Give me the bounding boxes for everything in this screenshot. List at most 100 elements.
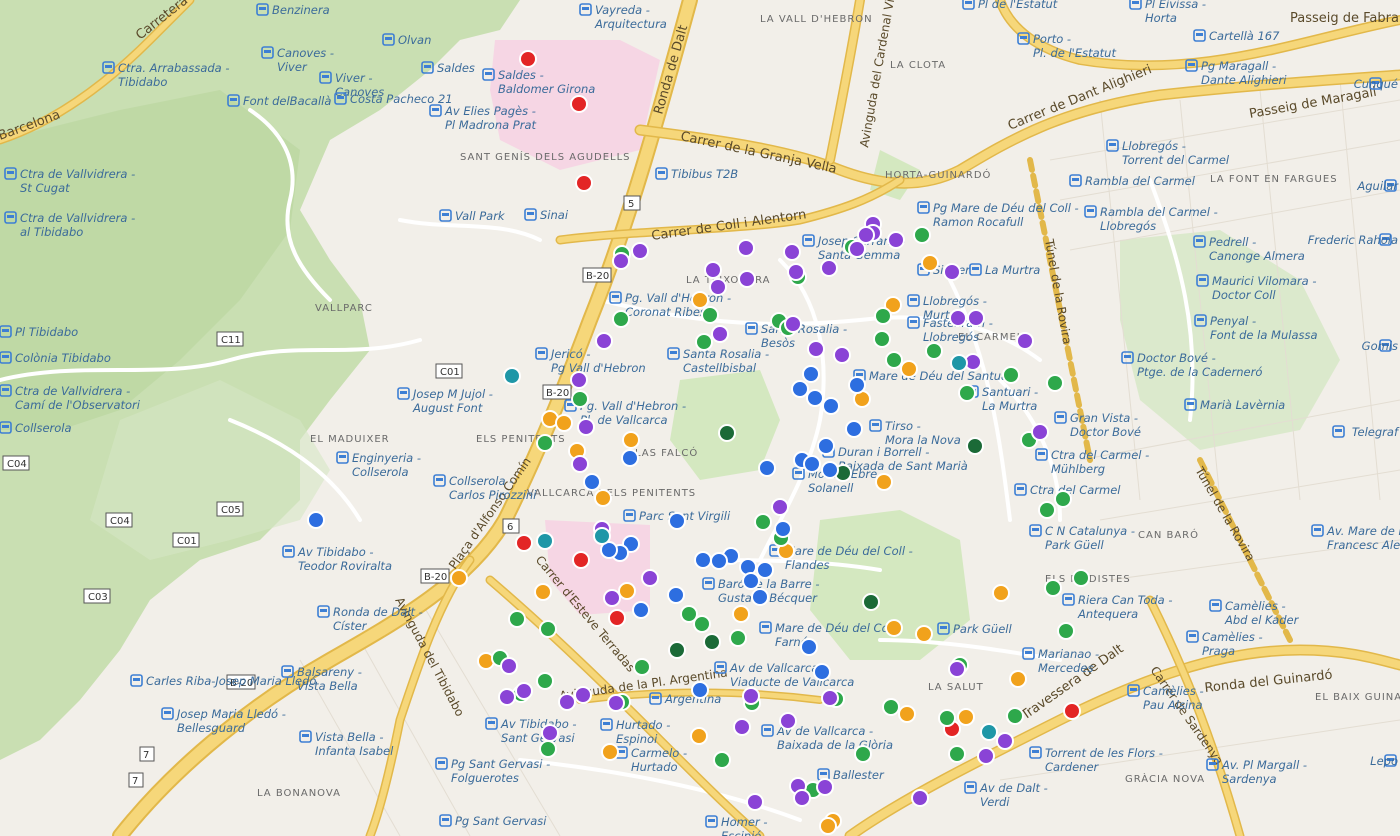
- map-marker-orange[interactable]: [450, 569, 468, 587]
- map-marker-green[interactable]: [536, 434, 554, 452]
- map-marker-dark-green[interactable]: [718, 424, 736, 442]
- map-marker-blue[interactable]: [632, 601, 650, 619]
- map-marker-green[interactable]: [1057, 622, 1075, 640]
- map-marker-orange[interactable]: [732, 605, 750, 623]
- map-marker-green[interactable]: [925, 342, 943, 360]
- map-marker-blue[interactable]: [821, 461, 839, 479]
- map-marker-blue[interactable]: [800, 638, 818, 656]
- map-marker-blue[interactable]: [806, 389, 824, 407]
- map-marker-green[interactable]: [885, 351, 903, 369]
- map-marker-teal[interactable]: [950, 354, 968, 372]
- map-marker-orange[interactable]: [1009, 670, 1027, 688]
- map-marker-purple[interactable]: [771, 498, 789, 516]
- map-marker-orange[interactable]: [915, 625, 933, 643]
- map-marker-purple[interactable]: [793, 789, 811, 807]
- map-marker-blue[interactable]: [668, 512, 686, 530]
- map-marker-orange[interactable]: [875, 473, 893, 491]
- map-marker-blue[interactable]: [791, 380, 809, 398]
- map-marker-red[interactable]: [608, 609, 626, 627]
- map-marker-dark-green[interactable]: [966, 437, 984, 455]
- map-marker-purple[interactable]: [857, 226, 875, 244]
- map-marker-purple[interactable]: [558, 693, 576, 711]
- map-marker-green[interactable]: [1046, 374, 1064, 392]
- map-marker-green[interactable]: [695, 333, 713, 351]
- map-marker-blue[interactable]: [583, 473, 601, 491]
- map-marker-purple[interactable]: [641, 569, 659, 587]
- map-marker-green[interactable]: [873, 330, 891, 348]
- map-marker-orange[interactable]: [594, 489, 612, 507]
- map-marker-green[interactable]: [508, 610, 526, 628]
- map-marker-purple[interactable]: [949, 309, 967, 327]
- map-marker-purple[interactable]: [704, 261, 722, 279]
- map-marker-purple[interactable]: [783, 243, 801, 261]
- map-marker-green[interactable]: [729, 629, 747, 647]
- map-view[interactable]: Ronda de Dalt Carrer de la Granja Vella …: [0, 0, 1400, 836]
- map-marker-orange[interactable]: [885, 619, 903, 637]
- map-marker-orange[interactable]: [690, 727, 708, 745]
- map-marker-green[interactable]: [701, 306, 719, 324]
- map-marker-red[interactable]: [575, 174, 593, 192]
- map-marker-blue[interactable]: [691, 681, 709, 699]
- map-marker-red[interactable]: [519, 50, 537, 68]
- map-marker-purple[interactable]: [911, 789, 929, 807]
- map-marker-purple[interactable]: [571, 455, 589, 473]
- map-marker-orange[interactable]: [618, 582, 636, 600]
- map-marker-teal[interactable]: [980, 723, 998, 741]
- map-marker-orange[interactable]: [534, 583, 552, 601]
- map-marker-green[interactable]: [539, 620, 557, 638]
- map-marker-orange[interactable]: [555, 414, 573, 432]
- map-marker-purple[interactable]: [977, 747, 995, 765]
- map-marker-orange[interactable]: [957, 708, 975, 726]
- map-marker-green[interactable]: [913, 226, 931, 244]
- map-marker-red[interactable]: [515, 534, 533, 552]
- map-marker-purple[interactable]: [807, 340, 825, 358]
- map-marker-blue[interactable]: [817, 437, 835, 455]
- map-marker-purple[interactable]: [996, 732, 1014, 750]
- map-marker-orange[interactable]: [900, 360, 918, 378]
- map-marker-red[interactable]: [1063, 702, 1081, 720]
- map-marker-purple[interactable]: [631, 242, 649, 260]
- map-marker-orange[interactable]: [622, 431, 640, 449]
- map-marker-purple[interactable]: [848, 240, 866, 258]
- map-marker-purple[interactable]: [1031, 423, 1049, 441]
- map-marker-blue[interactable]: [822, 397, 840, 415]
- map-marker-green[interactable]: [1072, 569, 1090, 587]
- map-marker-blue[interactable]: [803, 455, 821, 473]
- map-marker-purple[interactable]: [887, 231, 905, 249]
- map-marker-green[interactable]: [1002, 366, 1020, 384]
- map-marker-purple[interactable]: [570, 371, 588, 389]
- map-marker-dark-green[interactable]: [862, 593, 880, 611]
- map-marker-purple[interactable]: [943, 263, 961, 281]
- map-canvas[interactable]: Ronda de Dalt Carrer de la Granja Vella …: [0, 0, 1400, 836]
- map-marker-purple[interactable]: [515, 682, 533, 700]
- map-marker-purple[interactable]: [738, 270, 756, 288]
- map-marker-blue[interactable]: [774, 520, 792, 538]
- map-marker-blue[interactable]: [621, 449, 639, 467]
- map-marker-blue[interactable]: [742, 572, 760, 590]
- map-marker-purple[interactable]: [787, 263, 805, 281]
- map-marker-green[interactable]: [958, 384, 976, 402]
- map-marker-green[interactable]: [882, 698, 900, 716]
- map-marker-purple[interactable]: [595, 332, 613, 350]
- map-marker-green[interactable]: [1054, 490, 1072, 508]
- map-marker-red[interactable]: [572, 551, 590, 569]
- map-marker-purple[interactable]: [784, 315, 802, 333]
- map-marker-orange[interactable]: [601, 743, 619, 761]
- map-marker-blue[interactable]: [756, 561, 774, 579]
- map-marker-green[interactable]: [571, 390, 589, 408]
- map-marker-green[interactable]: [854, 745, 872, 763]
- map-marker-purple[interactable]: [820, 259, 838, 277]
- map-marker-purple[interactable]: [779, 712, 797, 730]
- map-marker-orange[interactable]: [898, 705, 916, 723]
- map-marker-green[interactable]: [1006, 707, 1024, 725]
- map-marker-green[interactable]: [754, 513, 772, 531]
- map-marker-purple[interactable]: [541, 724, 559, 742]
- map-marker-purple[interactable]: [607, 694, 625, 712]
- map-marker-teal[interactable]: [536, 532, 554, 550]
- map-marker-purple[interactable]: [1016, 332, 1034, 350]
- map-marker-orange[interactable]: [691, 291, 709, 309]
- map-marker-green[interactable]: [1044, 579, 1062, 597]
- map-marker-purple[interactable]: [821, 689, 839, 707]
- map-marker-purple[interactable]: [500, 657, 518, 675]
- map-marker-dark-green[interactable]: [668, 641, 686, 659]
